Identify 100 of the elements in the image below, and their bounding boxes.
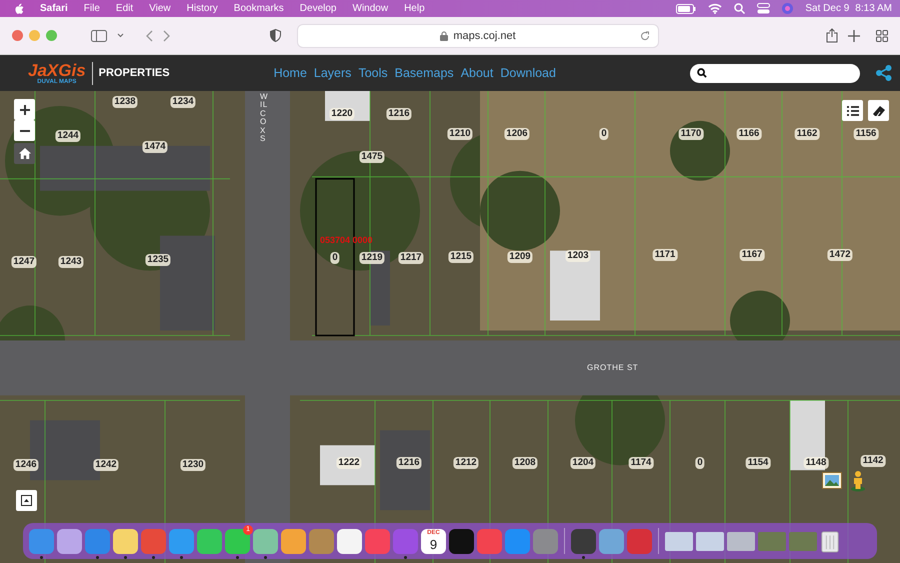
parcel-number: 1216 — [386, 108, 412, 120]
site-logo[interactable]: JaXGis — [28, 62, 86, 78]
parcel-number: 1212 — [453, 457, 479, 469]
zoom-in-button[interactable] — [14, 99, 35, 120]
search-field[interactable] — [690, 64, 860, 82]
calendar-day: 9 — [430, 536, 438, 552]
reload-icon[interactable] — [640, 30, 650, 40]
menu-item[interactable]: Bookmarks — [234, 3, 284, 14]
forward-icon[interactable] — [163, 30, 170, 42]
menu-item[interactable]: Develop — [300, 3, 336, 14]
wifi-icon[interactable] — [708, 3, 722, 14]
share-icon[interactable] — [826, 28, 838, 43]
minimized-window-thumbnail[interactable] — [758, 532, 786, 550]
chevron-down-icon[interactable] — [117, 33, 124, 38]
nav-link[interactable]: About — [460, 66, 494, 80]
close-icon[interactable] — [12, 30, 23, 41]
parcel-number: 1142 — [860, 455, 886, 467]
app-menu[interactable]: Safari — [40, 3, 68, 14]
parcel-number: 1230 — [180, 459, 206, 471]
parcel-number: 1167 — [740, 249, 764, 261]
nav-link[interactable]: Basemaps — [394, 66, 454, 80]
parcel-number: 1171 — [652, 249, 678, 261]
tab-grid-icon[interactable] — [876, 30, 888, 42]
parcel-number: 1243 — [58, 256, 84, 268]
shield-icon[interactable] — [270, 29, 281, 42]
app-icon[interactable] — [113, 528, 138, 554]
menu-item[interactable]: View — [149, 3, 171, 14]
nav-link[interactable]: Home — [274, 66, 307, 80]
minimized-window-thumbnail[interactable] — [696, 532, 724, 550]
nav-link[interactable]: Download — [500, 66, 556, 80]
layer-list-button[interactable] — [842, 100, 863, 121]
menu-item[interactable]: History — [186, 3, 218, 14]
parcel-number: 1244 — [55, 130, 81, 142]
zoom-out-button[interactable] — [14, 120, 35, 141]
menu-item[interactable]: File — [84, 3, 100, 14]
street-name: WILCOX S — [260, 93, 268, 144]
search-icon[interactable] — [734, 3, 746, 14]
parcel-number: 1162 — [794, 128, 820, 140]
parcel-number: 1166 — [736, 128, 762, 140]
back-icon[interactable] — [146, 30, 153, 42]
toggle-switches-icon[interactable] — [757, 3, 770, 14]
plus-icon[interactable] — [848, 30, 860, 42]
parcel-number: 1474 — [142, 141, 168, 153]
parcel-number: 1204 — [570, 457, 596, 469]
share-icon[interactable] — [876, 65, 892, 81]
sidebar-icon[interactable] — [91, 30, 107, 42]
person-icon[interactable] — [850, 470, 866, 492]
street-name: GROTHE ST — [587, 363, 638, 372]
menu-bar-time[interactable]: 8:13 AM — [855, 3, 892, 14]
plus-icon — [20, 104, 30, 114]
menu-item[interactable]: Window — [352, 3, 388, 14]
list-icon — [846, 106, 858, 116]
parcel-number: 1242 — [93, 459, 119, 471]
minimized-window-thumbnail[interactable] — [789, 532, 817, 550]
parcel-number: 1246 — [13, 459, 39, 471]
address-bar[interactable]: maps.coj.net — [297, 24, 659, 48]
app-icon[interactable] — [449, 528, 474, 554]
eraser-button[interactable] — [868, 100, 889, 121]
battery-icon[interactable] — [676, 4, 696, 14]
parcel-number: 1170 — [678, 128, 704, 140]
home-button[interactable] — [14, 143, 35, 164]
parcel-number: 1154 — [746, 457, 770, 469]
app-icon[interactable] — [337, 528, 362, 554]
app-icon[interactable] — [57, 528, 82, 554]
parcel-number: 1206 — [504, 128, 530, 140]
minimized-window-thumbnail[interactable] — [665, 532, 693, 550]
overview-button[interactable] — [16, 490, 37, 511]
menu-item[interactable]: Help — [404, 3, 425, 14]
zoom-icon[interactable] — [46, 30, 57, 41]
parcel-number: 1247 — [11, 256, 37, 268]
eraser-icon — [872, 106, 884, 116]
picture-icon[interactable] — [822, 472, 842, 489]
section-title: PROPERTIES — [98, 67, 170, 79]
parcel-number: 1222 — [336, 457, 362, 469]
parcel-id-label: 053704 0000 — [320, 235, 373, 245]
parcel-number: 1472 — [827, 249, 853, 261]
apple-logo-icon[interactable] — [14, 2, 24, 14]
nav-link[interactable]: Layers — [314, 66, 352, 80]
parcel-number: 1203 — [565, 250, 591, 262]
orb-icon[interactable] — [782, 3, 794, 14]
parcel-number: 1209 — [507, 251, 533, 263]
parcel-number: 1219 — [359, 252, 385, 264]
parcel-number: 1215 — [448, 251, 474, 263]
menu-bar-date[interactable]: Sat Dec 9 — [805, 3, 850, 14]
parcel-number: 1156 — [854, 128, 878, 140]
parcel-number: 1234 — [170, 96, 196, 108]
parcel-number: 1174 — [628, 457, 654, 469]
parcel-number: 1210 — [447, 128, 473, 140]
menu-item[interactable]: Edit — [116, 3, 134, 14]
parcel-number: 1217 — [398, 252, 424, 264]
lock-icon — [440, 30, 448, 40]
app-icon[interactable] — [599, 528, 624, 554]
app-icon[interactable] — [281, 528, 306, 554]
minimized-window-thumbnail[interactable] — [727, 532, 755, 550]
trash-icon[interactable] — [820, 529, 840, 553]
app-icon[interactable] — [253, 528, 278, 554]
parcel-number: 1238 — [112, 96, 138, 108]
caret-up-box-icon — [21, 495, 32, 506]
nav-link[interactable]: Tools — [358, 66, 388, 80]
app-icon[interactable] — [197, 528, 222, 554]
